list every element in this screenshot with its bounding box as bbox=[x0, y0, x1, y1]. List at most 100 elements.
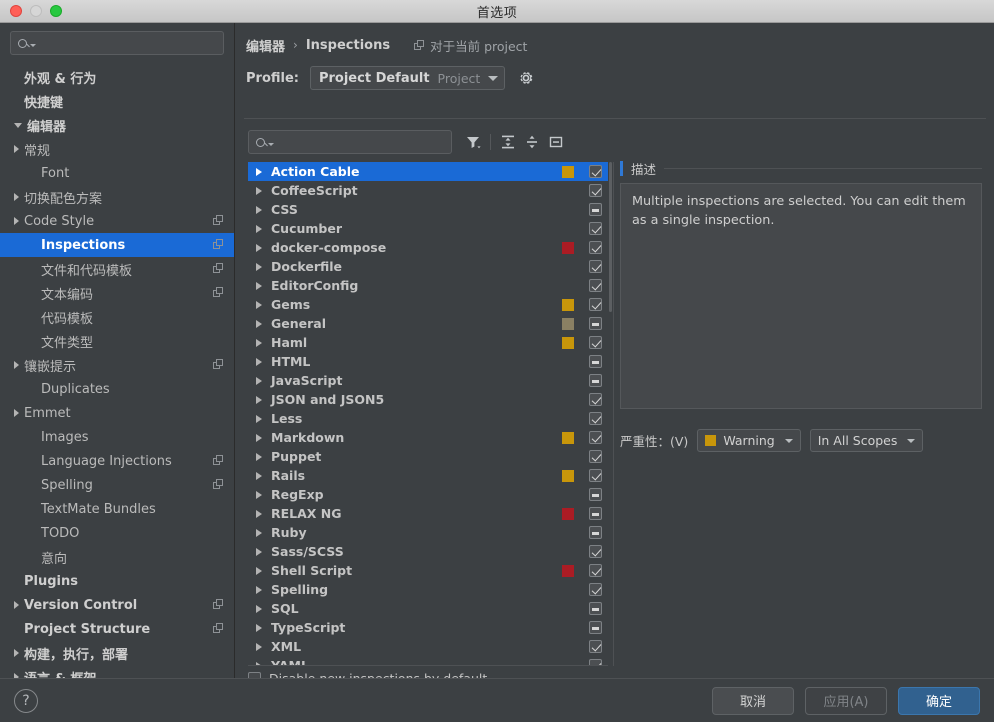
apply-button[interactable]: 应用(A) bbox=[805, 686, 887, 715]
table-row[interactable]: Less bbox=[248, 409, 614, 428]
inspection-enabled-checkbox[interactable] bbox=[589, 279, 602, 292]
inspection-tree[interactable]: Action Cable CoffeeScript CSS Cucumber docke… bbox=[248, 162, 614, 666]
sidebar-item-[interactable]: 快捷键 bbox=[0, 89, 234, 113]
table-row[interactable]: SQL bbox=[248, 599, 614, 618]
inspection-enabled-checkbox[interactable] bbox=[589, 621, 602, 634]
inspection-search-input[interactable] bbox=[248, 130, 452, 154]
chevron-right-icon[interactable] bbox=[256, 433, 262, 442]
sidebar-item-emmet[interactable]: Emmet bbox=[0, 401, 234, 425]
chevron-right-icon[interactable] bbox=[256, 585, 262, 594]
table-row[interactable]: General bbox=[248, 314, 614, 333]
inspection-enabled-checkbox[interactable] bbox=[589, 317, 602, 330]
chevron-right-icon[interactable] bbox=[256, 186, 262, 195]
sidebar-item-spelling[interactable]: Spelling bbox=[0, 473, 234, 497]
chevron-right-icon[interactable] bbox=[256, 604, 262, 613]
table-row[interactable]: Gems bbox=[248, 295, 614, 314]
table-row[interactable]: RELAX NG bbox=[248, 504, 614, 523]
table-row[interactable]: Markdown bbox=[248, 428, 614, 447]
inspection-enabled-checkbox[interactable] bbox=[589, 545, 602, 558]
chevron-right-icon[interactable] bbox=[256, 281, 262, 290]
chevron-right-icon[interactable] bbox=[256, 623, 262, 632]
chevron-right-icon[interactable] bbox=[256, 262, 262, 271]
inspection-enabled-checkbox[interactable] bbox=[589, 583, 602, 596]
chevron-right-icon[interactable] bbox=[256, 224, 262, 233]
chevron-right-icon[interactable] bbox=[256, 395, 262, 404]
breadcrumb-parent[interactable]: 编辑器 bbox=[246, 36, 285, 55]
chevron-right-icon[interactable] bbox=[256, 661, 262, 665]
group-by-icon[interactable] bbox=[544, 130, 568, 154]
sidebar-item-[interactable]: 文件和代码模板 bbox=[0, 257, 234, 281]
chevron-right-icon[interactable] bbox=[256, 566, 262, 575]
chevron-right-icon[interactable] bbox=[256, 338, 262, 347]
table-row[interactable]: JSON and JSON5 bbox=[248, 390, 614, 409]
sidebar-item-[interactable]: 意向 bbox=[0, 545, 234, 569]
table-row[interactable]: CSS bbox=[248, 200, 614, 219]
sidebar-item-[interactable]: 切换配色方案 bbox=[0, 185, 234, 209]
inspection-enabled-checkbox[interactable] bbox=[589, 412, 602, 425]
cancel-button[interactable]: 取消 bbox=[712, 686, 794, 715]
collapse-all-icon[interactable] bbox=[520, 130, 544, 154]
table-row[interactable]: RegExp bbox=[248, 485, 614, 504]
table-row[interactable]: HTML bbox=[248, 352, 614, 371]
table-row[interactable]: Haml bbox=[248, 333, 614, 352]
table-row[interactable]: Rails bbox=[248, 466, 614, 485]
table-row[interactable]: YAML bbox=[248, 656, 614, 665]
sidebar-item-language-injections[interactable]: Language Injections bbox=[0, 449, 234, 473]
inspection-enabled-checkbox[interactable] bbox=[589, 431, 602, 444]
sidebar-item-code-style[interactable]: Code Style bbox=[0, 209, 234, 233]
chevron-right-icon[interactable] bbox=[256, 319, 262, 328]
sidebar-item-[interactable]: 代码模板 bbox=[0, 305, 234, 329]
table-row[interactable]: EditorConfig bbox=[248, 276, 614, 295]
table-row[interactable]: JavaScript bbox=[248, 371, 614, 390]
inspection-enabled-checkbox[interactable] bbox=[589, 393, 602, 406]
inspection-enabled-checkbox[interactable] bbox=[589, 488, 602, 501]
sidebar-search-input[interactable] bbox=[10, 31, 224, 55]
table-row[interactable]: Sass/SCSS bbox=[248, 542, 614, 561]
sidebar-item-version-control[interactable]: Version Control bbox=[0, 593, 234, 617]
table-row[interactable]: Cucumber bbox=[248, 219, 614, 238]
inspection-enabled-checkbox[interactable] bbox=[589, 241, 602, 254]
table-row[interactable]: XML bbox=[248, 637, 614, 656]
table-row[interactable]: Action Cable bbox=[248, 162, 614, 181]
sidebar-item-[interactable]: 镶嵌提示 bbox=[0, 353, 234, 377]
sidebar-item-inspections[interactable]: Inspections bbox=[0, 233, 234, 257]
inspection-enabled-checkbox[interactable] bbox=[589, 355, 602, 368]
chevron-right-icon[interactable] bbox=[256, 452, 262, 461]
chevron-right-icon[interactable] bbox=[256, 642, 262, 651]
chevron-right-icon[interactable] bbox=[256, 376, 262, 385]
sidebar-item-project-structure[interactable]: Project Structure bbox=[0, 617, 234, 641]
table-row[interactable]: TypeScript bbox=[248, 618, 614, 637]
scrollbar-thumb[interactable] bbox=[609, 162, 612, 312]
chevron-right-icon[interactable] bbox=[256, 167, 262, 176]
sidebar-item-[interactable]: 常规 bbox=[0, 137, 234, 161]
sidebar-item-[interactable]: 语言 & 框架 bbox=[0, 665, 234, 678]
sidebar-item-plugins[interactable]: Plugins bbox=[0, 569, 234, 593]
sidebar-item-[interactable]: 编辑器 bbox=[0, 113, 234, 137]
inspection-enabled-checkbox[interactable] bbox=[589, 336, 602, 349]
chevron-right-icon[interactable] bbox=[256, 205, 262, 214]
sidebar-item-[interactable]: 文件类型 bbox=[0, 329, 234, 353]
table-row[interactable]: Spelling bbox=[248, 580, 614, 599]
sidebar-item-[interactable]: 外观 & 行为 bbox=[0, 65, 234, 89]
sidebar-item-images[interactable]: Images bbox=[0, 425, 234, 449]
sidebar-item-todo[interactable]: TODO bbox=[0, 521, 234, 545]
inspection-enabled-checkbox[interactable] bbox=[589, 222, 602, 235]
table-row[interactable]: Dockerfile bbox=[248, 257, 614, 276]
scope-select[interactable]: In All Scopes bbox=[809, 429, 924, 452]
expand-all-icon[interactable] bbox=[496, 130, 520, 154]
table-row[interactable]: Puppet bbox=[248, 447, 614, 466]
inspection-enabled-checkbox[interactable] bbox=[589, 469, 602, 482]
chevron-right-icon[interactable] bbox=[256, 490, 262, 499]
gear-icon[interactable] bbox=[517, 69, 535, 87]
inspection-enabled-checkbox[interactable] bbox=[589, 526, 602, 539]
sidebar-item-[interactable]: 文本编码 bbox=[0, 281, 234, 305]
chevron-right-icon[interactable] bbox=[256, 547, 262, 556]
chevron-right-icon[interactable] bbox=[256, 243, 262, 252]
table-row[interactable]: CoffeeScript bbox=[248, 181, 614, 200]
chevron-right-icon[interactable] bbox=[256, 528, 262, 537]
filter-icon[interactable] bbox=[461, 130, 485, 154]
sidebar-item-textmate-bundles[interactable]: TextMate Bundles bbox=[0, 497, 234, 521]
chevron-right-icon[interactable] bbox=[256, 471, 262, 480]
chevron-right-icon[interactable] bbox=[256, 414, 262, 423]
inspection-enabled-checkbox[interactable] bbox=[589, 640, 602, 653]
